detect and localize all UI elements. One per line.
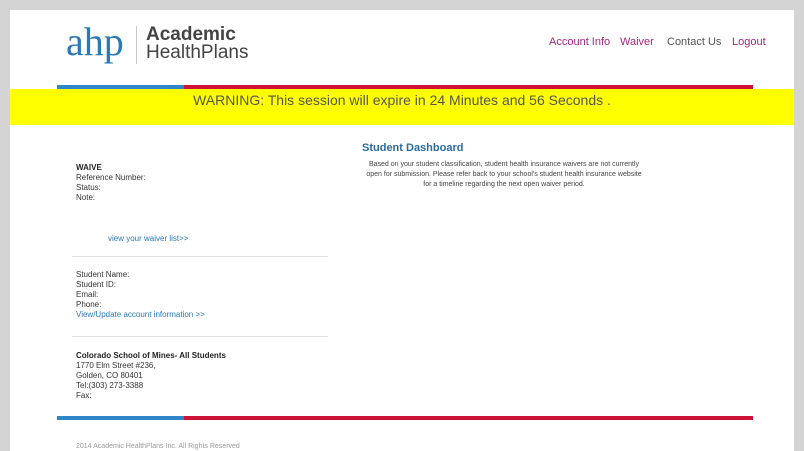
- note-label: Note:: [76, 193, 96, 202]
- footer-copyright: 2014 Academic HealthPlans Inc. All Right…: [76, 443, 240, 450]
- logo-divider: [136, 26, 137, 64]
- email-label: Email:: [76, 290, 99, 299]
- nav-logout[interactable]: Logout: [732, 36, 766, 48]
- logo-mark: ahp: [66, 19, 124, 64]
- school-tel: Tel:(303) 273-3388: [76, 381, 144, 390]
- school-fax: Fax:: [76, 391, 92, 400]
- session-warning-banner: WARNING: This session will expire in 24 …: [10, 89, 794, 125]
- update-account-link[interactable]: View/Update account information >>: [76, 310, 205, 319]
- nav-waiver[interactable]: Waiver: [620, 36, 654, 48]
- school-address-line1: 1770 Elm Street #236,: [76, 361, 156, 370]
- bottom-color-bar: [57, 416, 753, 420]
- session-warning-text: WARNING: This session will expire in 24 …: [193, 92, 611, 108]
- page-frame: ahp Academic HealthPlans Account Info Wa…: [10, 10, 794, 451]
- logo-line2: HealthPlans: [146, 42, 249, 63]
- status-label: Status:: [76, 183, 101, 192]
- student-id-label: Student ID:: [76, 280, 117, 289]
- dashboard-message-line3: for a timeline regarding the next open w…: [423, 181, 585, 188]
- dashboard-title: Student Dashboard: [362, 142, 464, 154]
- nav-contact-us[interactable]: Contact Us: [667, 36, 721, 48]
- header: ahp Academic HealthPlans Account Info Wa…: [10, 10, 794, 85]
- waive-section: WAIVE Reference Number: Status: Note:: [76, 163, 146, 203]
- waiver-list-link[interactable]: view your waiver list>>: [108, 234, 188, 244]
- school-name: Colorado School of Mines- All Students: [76, 351, 226, 360]
- logo-text: Academic HealthPlans: [146, 25, 249, 63]
- student-info-section: Student Name: Student ID: Email: Phone: …: [76, 270, 205, 320]
- nav-account-info[interactable]: Account Info: [549, 36, 610, 48]
- school-address-line2: Golden, CO 80401: [76, 371, 143, 380]
- dashboard-message-line1: Based on your student classification, st…: [368, 161, 640, 168]
- bottom-color-bar-blue: [57, 416, 184, 420]
- dashboard-message-line2: open for submission. Please refer back t…: [366, 171, 642, 178]
- dashboard-message: Based on your student classification, st…: [336, 160, 672, 190]
- reference-number-label: Reference Number:: [76, 173, 146, 182]
- phone-label: Phone:: [76, 300, 102, 309]
- divider: [72, 256, 328, 257]
- divider: [72, 336, 328, 337]
- student-name-label: Student Name:: [76, 270, 130, 279]
- school-info-section: Colorado School of Mines- All Students 1…: [76, 351, 226, 401]
- bottom-color-bar-red: [184, 416, 753, 420]
- waive-heading: WAIVE: [76, 163, 102, 172]
